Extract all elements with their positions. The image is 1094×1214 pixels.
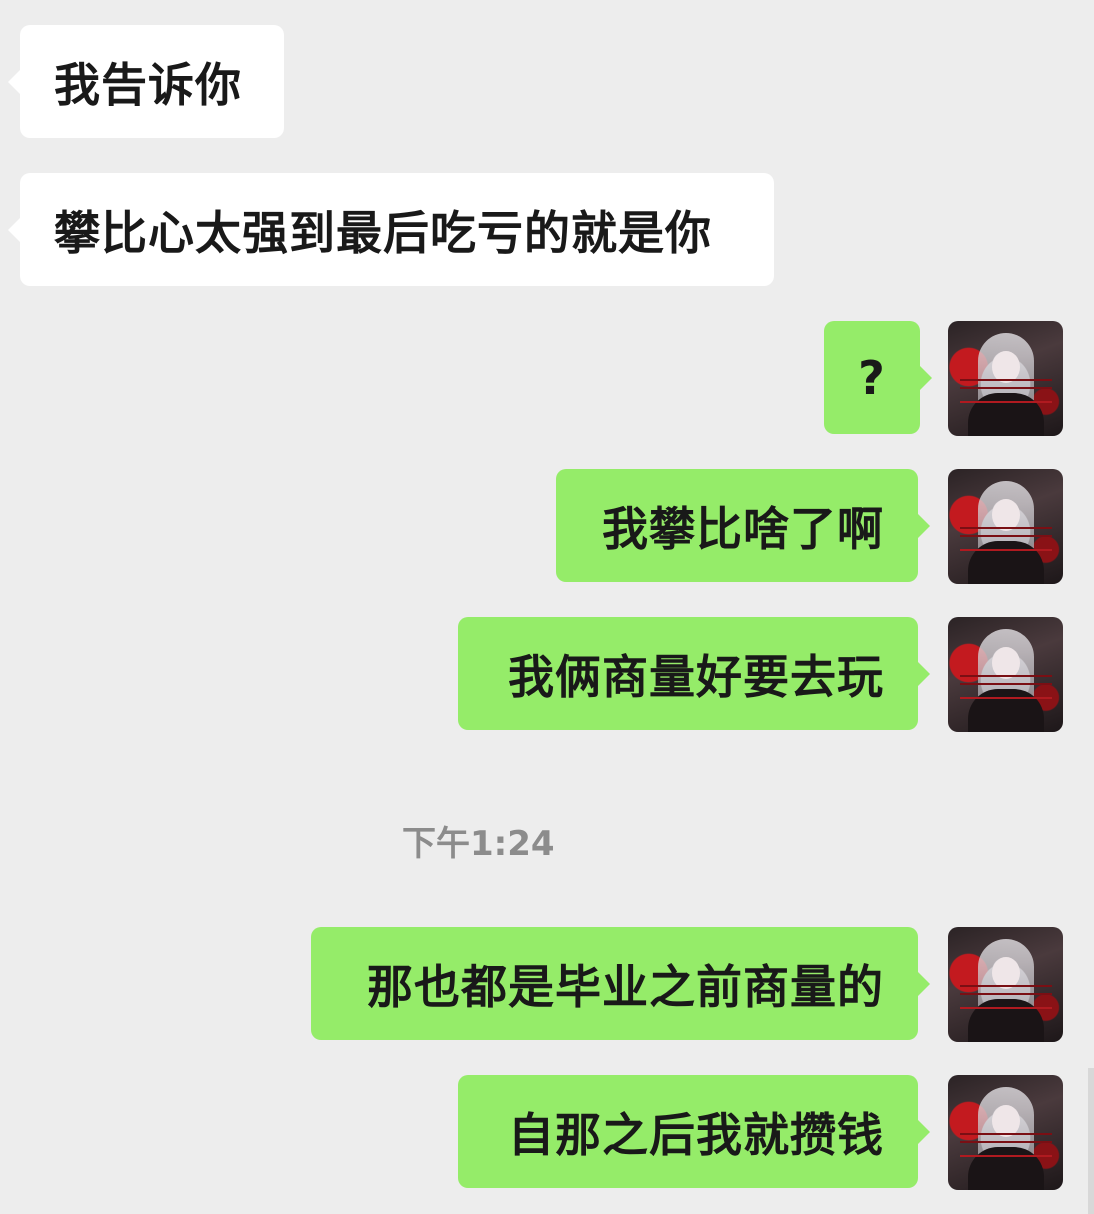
outgoing-message[interactable]: 自那之后我就攒钱 (458, 1075, 930, 1188)
message-text: 那也都是毕业之前商量的 (367, 959, 884, 1014)
outgoing-message[interactable]: 那也都是毕业之前商量的 (311, 927, 930, 1040)
incoming-message[interactable]: 攀比心太强到最后吃亏的就是你 (8, 173, 774, 286)
self-avatar[interactable] (948, 1075, 1063, 1190)
message-text: 我俩商量好要去玩 (508, 649, 884, 704)
message-text: 我告诉你 (54, 57, 242, 112)
self-avatar[interactable] (948, 321, 1063, 436)
self-avatar[interactable] (948, 469, 1063, 584)
self-avatar[interactable] (948, 927, 1063, 1042)
self-avatar[interactable] (948, 617, 1063, 732)
message-text: 自那之后我就攒钱 (508, 1107, 884, 1162)
message-text: ? (858, 350, 886, 405)
message-text: 攀比心太强到最后吃亏的就是你 (54, 205, 712, 260)
incoming-message[interactable]: 我告诉你 (8, 25, 284, 138)
outgoing-message[interactable]: ? (824, 321, 932, 434)
message-text: 我攀比啥了啊 (602, 501, 884, 556)
outgoing-message[interactable]: 我俩商量好要去玩 (458, 617, 930, 730)
message-timestamp: 下午1:24 (402, 824, 555, 864)
outgoing-message[interactable]: 我攀比啥了啊 (556, 469, 930, 582)
scrollbar[interactable] (1088, 1068, 1094, 1214)
